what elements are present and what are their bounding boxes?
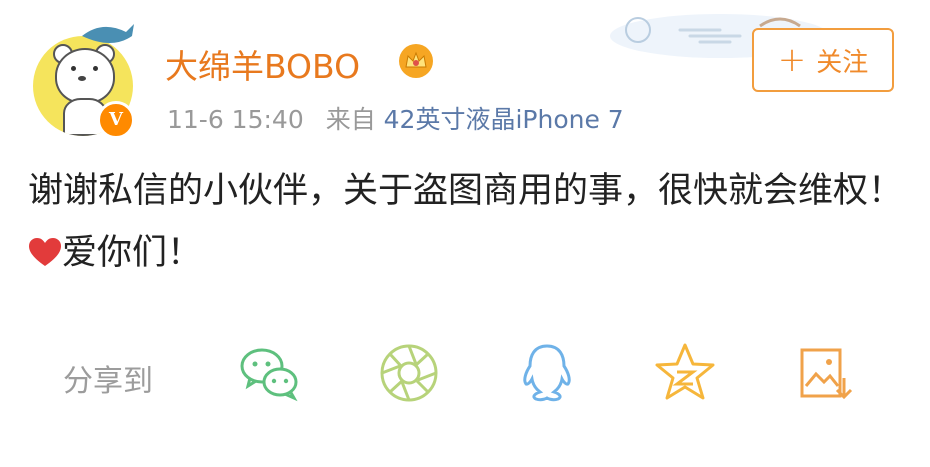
heart-icon (29, 238, 61, 266)
share-label: 分享到 (63, 364, 153, 399)
follow-button-label: 关注 (816, 47, 869, 78)
post-meta: 11-6 15:40 来自 42英寸液晶iPhone 7 (167, 100, 624, 136)
plus-icon: + (777, 40, 807, 80)
share-bar: 分享到 (0, 330, 930, 420)
avatar-eye-left (71, 66, 76, 71)
post-text-main: 谢谢私信的小伙伴，关于盗图商用的事，很快就会维权！ (28, 171, 904, 211)
post-source-link[interactable]: 42英寸液晶iPhone 7 (384, 105, 624, 134)
post-body: 谢谢私信的小伙伴，关于盗图商用的事，很快就会维权！ 爱你们！ (28, 160, 908, 284)
qzone-icon[interactable] (652, 340, 718, 406)
source-prefix: 来自 (325, 105, 376, 134)
post-timestamp: 11-6 15:40 (167, 105, 304, 134)
avatar-nose (78, 76, 86, 81)
vip-badge: V (97, 101, 135, 139)
qq-icon[interactable] (514, 340, 580, 406)
wechat-icon[interactable] (236, 340, 302, 406)
save-image-icon[interactable] (792, 340, 858, 406)
follow-button[interactable]: + 关注 (752, 28, 894, 92)
avatar-whale-icon (82, 24, 134, 43)
avatar-eye-right (93, 66, 98, 71)
moments-icon[interactable] (376, 340, 442, 406)
crown-badge-icon[interactable] (397, 42, 435, 80)
post-text-end: 爱你们！ (62, 233, 203, 273)
username[interactable]: 大绵羊BOBO (165, 40, 360, 88)
